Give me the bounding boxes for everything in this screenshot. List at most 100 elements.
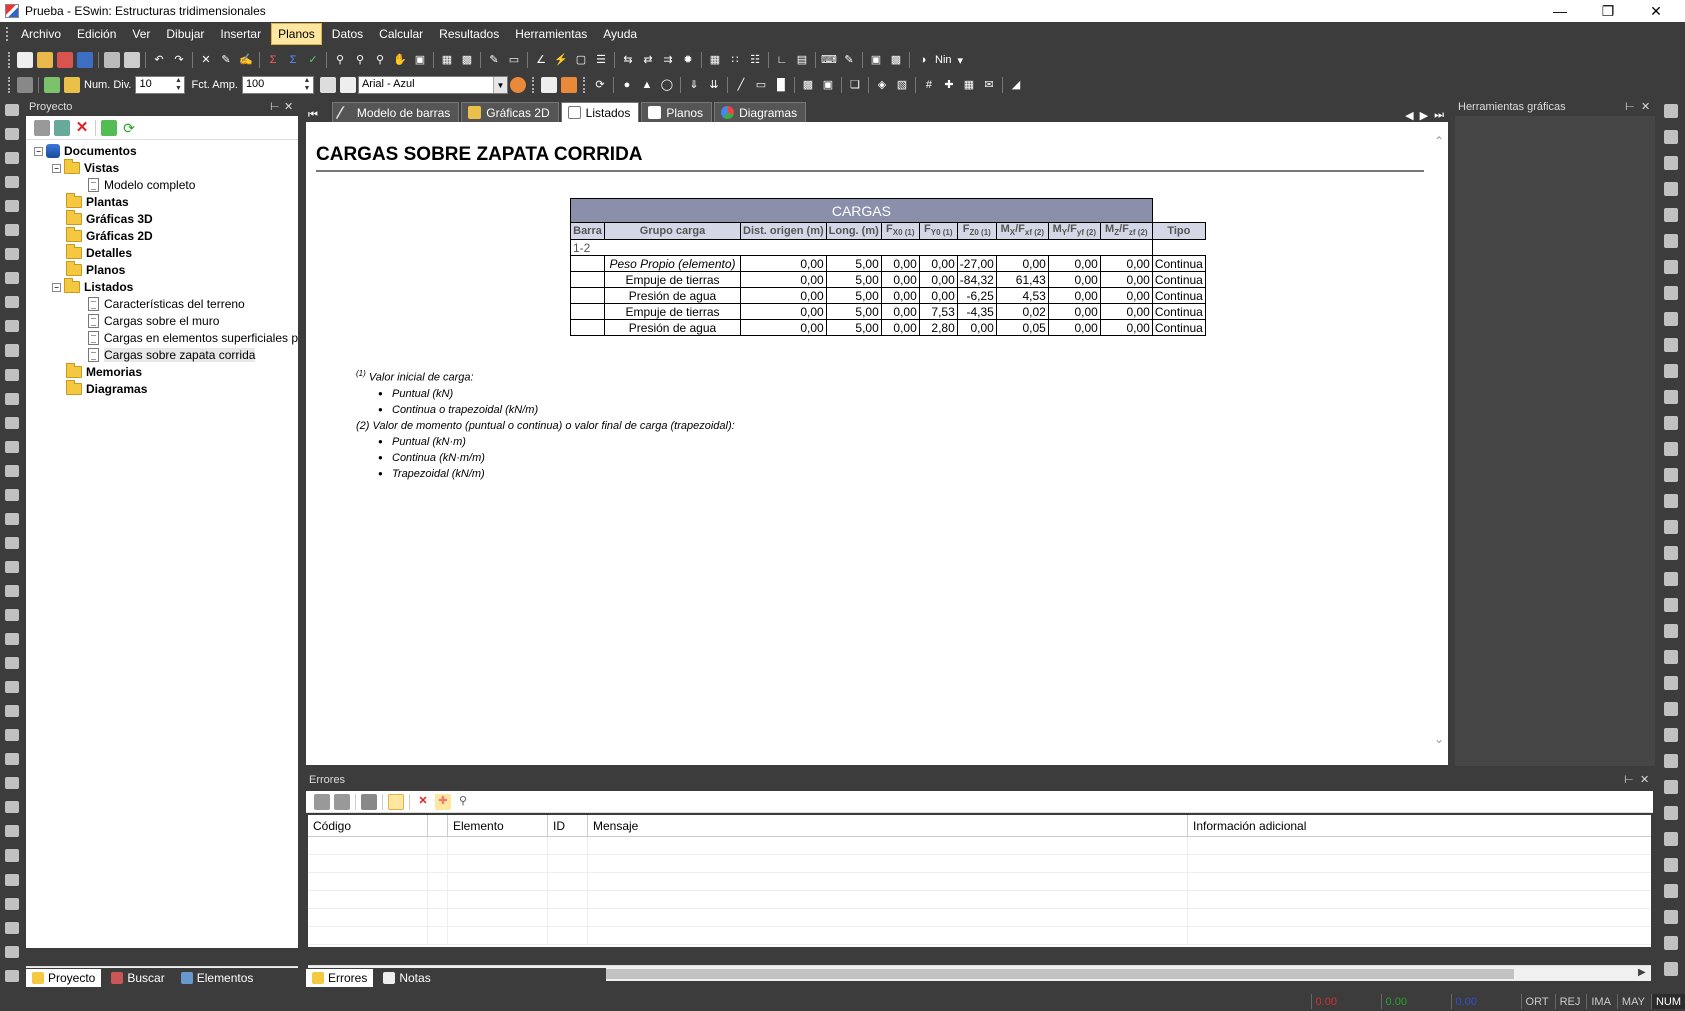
view-3d-icon[interactable]: ❏ <box>847 77 863 93</box>
envelope-icon[interactable]: ✉ <box>981 77 997 93</box>
tool-icon[interactable] <box>1664 130 1678 144</box>
sum-blue-icon[interactable]: Σ <box>285 52 301 68</box>
pin-icon[interactable]: ⊢ <box>1624 773 1634 786</box>
tool-icon[interactable] <box>1664 884 1678 898</box>
tool-icon[interactable] <box>1664 312 1678 326</box>
tree-item-cargas-muro[interactable]: Cargas sobre el muro <box>88 312 219 330</box>
tree-item-modelo-completo[interactable]: Modelo completo <box>88 176 195 194</box>
zoom-icon[interactable]: ⚲ <box>332 52 348 68</box>
tool-icon[interactable] <box>5 753 19 766</box>
tool-icon[interactable] <box>1664 520 1678 534</box>
tool-icon[interactable] <box>1664 650 1678 664</box>
slab-icon[interactable]: ▭ <box>753 77 769 93</box>
table-row[interactable] <box>308 837 1651 855</box>
table-row[interactable] <box>308 855 1651 873</box>
tab-notas[interactable]: Notas <box>377 969 436 987</box>
load-icon[interactable]: ⇓ <box>686 77 702 93</box>
mesh-icon[interactable]: ◈ <box>874 77 890 93</box>
menu-ayuda[interactable]: Ayuda <box>597 24 643 44</box>
tab-planos[interactable]: Planos <box>641 102 713 122</box>
tool-icon[interactable] <box>5 560 19 573</box>
tab-last-icon[interactable]: ⏭ <box>1434 109 1444 122</box>
tool-icon[interactable] <box>1664 806 1678 820</box>
tool-icon[interactable] <box>1664 598 1678 612</box>
col-elemento[interactable]: Elemento <box>448 815 548 836</box>
mirror-icon[interactable]: ⇄ <box>640 52 656 68</box>
tab-buscar[interactable]: Buscar <box>105 969 170 987</box>
zoom-in-icon[interactable]: ⚲ <box>352 52 368 68</box>
view-iso-icon[interactable]: ▩ <box>888 52 904 68</box>
tab-first-icon[interactable]: ⏮ <box>308 109 318 122</box>
tab-prev-icon[interactable]: ◀ <box>1405 109 1413 122</box>
open-recent-icon[interactable] <box>57 52 73 68</box>
check-icon[interactable]: ✓ <box>305 52 321 68</box>
print-preview-icon[interactable] <box>124 52 140 68</box>
tool-icon[interactable] <box>1664 936 1678 950</box>
redo-icon[interactable]: ↷ <box>171 52 187 68</box>
tool-icon[interactable] <box>5 633 19 646</box>
sum-icon[interactable]: Σ <box>265 52 281 68</box>
prev-error-icon[interactable] <box>314 793 330 810</box>
tool-icon[interactable] <box>1664 156 1678 170</box>
hatch-mesh-icon[interactable]: ▧ <box>894 77 910 93</box>
tree-item-listados[interactable]: − Listados <box>52 278 133 296</box>
new-icon[interactable] <box>17 52 33 68</box>
hash-icon[interactable]: # <box>921 77 937 93</box>
save-icon[interactable] <box>77 52 93 68</box>
tool-icon[interactable] <box>1664 182 1678 196</box>
fct-amp-input[interactable]: 100 ▲ ▼ <box>241 76 314 94</box>
tool-icon[interactable] <box>5 152 19 165</box>
beam-icon[interactable]: ╱ <box>733 77 749 93</box>
undo-icon[interactable]: ↶ <box>151 52 167 68</box>
tool-icon[interactable] <box>1664 416 1678 430</box>
cross-icon[interactable]: ✚ <box>941 77 957 93</box>
tool-icon[interactable] <box>5 512 19 525</box>
table-row[interactable] <box>308 873 1651 891</box>
tool-icon[interactable] <box>5 536 19 549</box>
col-info[interactable]: Información adicional <box>1188 815 1651 836</box>
view-front-icon[interactable]: ▣ <box>868 52 884 68</box>
tool-icon[interactable] <box>5 488 19 501</box>
layers-icon[interactable]: ▦ <box>439 52 455 68</box>
tab-diagramas[interactable]: Diagramas <box>714 102 807 122</box>
tool-icon[interactable] <box>5 729 19 742</box>
tool-icon[interactable] <box>1664 338 1678 352</box>
tool-icon[interactable] <box>1664 494 1678 508</box>
menu-ver[interactable]: Ver <box>126 24 156 44</box>
brush-icon[interactable]: ✍ <box>238 52 254 68</box>
chart-icon[interactable]: ▤ <box>794 52 810 68</box>
tree-item-cargas-zapata[interactable]: Cargas sobre zapata corrida <box>88 346 256 364</box>
tool-icon[interactable] <box>1664 728 1678 742</box>
tool-icon[interactable] <box>5 705 19 718</box>
tool-icon[interactable] <box>1664 572 1678 586</box>
tool-icon[interactable] <box>5 392 19 405</box>
tool-icon[interactable] <box>5 416 19 429</box>
sync-icon[interactable]: ⟳ <box>121 120 137 136</box>
tool-icon[interactable] <box>5 128 19 141</box>
load-dist-icon[interactable]: ⇊ <box>706 77 722 93</box>
scroll-down-icon[interactable]: ⌄ <box>1434 732 1444 746</box>
search-icon[interactable]: ⚲ <box>455 794 471 810</box>
tool-icon[interactable] <box>1664 624 1678 638</box>
circle-icon[interactable]: ◯ <box>659 77 675 93</box>
tree-item-diagramas[interactable]: Diagramas <box>66 380 147 398</box>
tool-icon[interactable] <box>5 464 19 477</box>
locate-icon[interactable]: ✚ <box>435 793 451 810</box>
next-error-icon[interactable] <box>334 793 350 810</box>
menu-insertar[interactable]: Insertar <box>214 24 267 44</box>
menu-herramientas[interactable]: Herramientas <box>509 24 593 44</box>
tool-icon[interactable] <box>1664 858 1678 872</box>
scroll-up-icon[interactable]: ⌃ <box>1434 134 1444 148</box>
export-icon[interactable] <box>560 77 577 93</box>
tool-icon[interactable] <box>5 945 19 958</box>
measure-icon[interactable]: ∠ <box>533 52 549 68</box>
zoom-out-icon[interactable]: ⚲ <box>372 52 388 68</box>
array-icon[interactable]: ⇉ <box>660 52 676 68</box>
status-rej[interactable]: REJ <box>1554 994 1585 1009</box>
close-icon[interactable]: ✕ <box>1641 100 1650 113</box>
close-icon[interactable]: ✕ <box>284 100 293 113</box>
tool-icon[interactable] <box>1664 754 1678 768</box>
tool-icon[interactable] <box>5 969 19 982</box>
print-icon[interactable] <box>361 793 377 810</box>
tree-item-detalles[interactable]: Detalles <box>66 244 132 262</box>
